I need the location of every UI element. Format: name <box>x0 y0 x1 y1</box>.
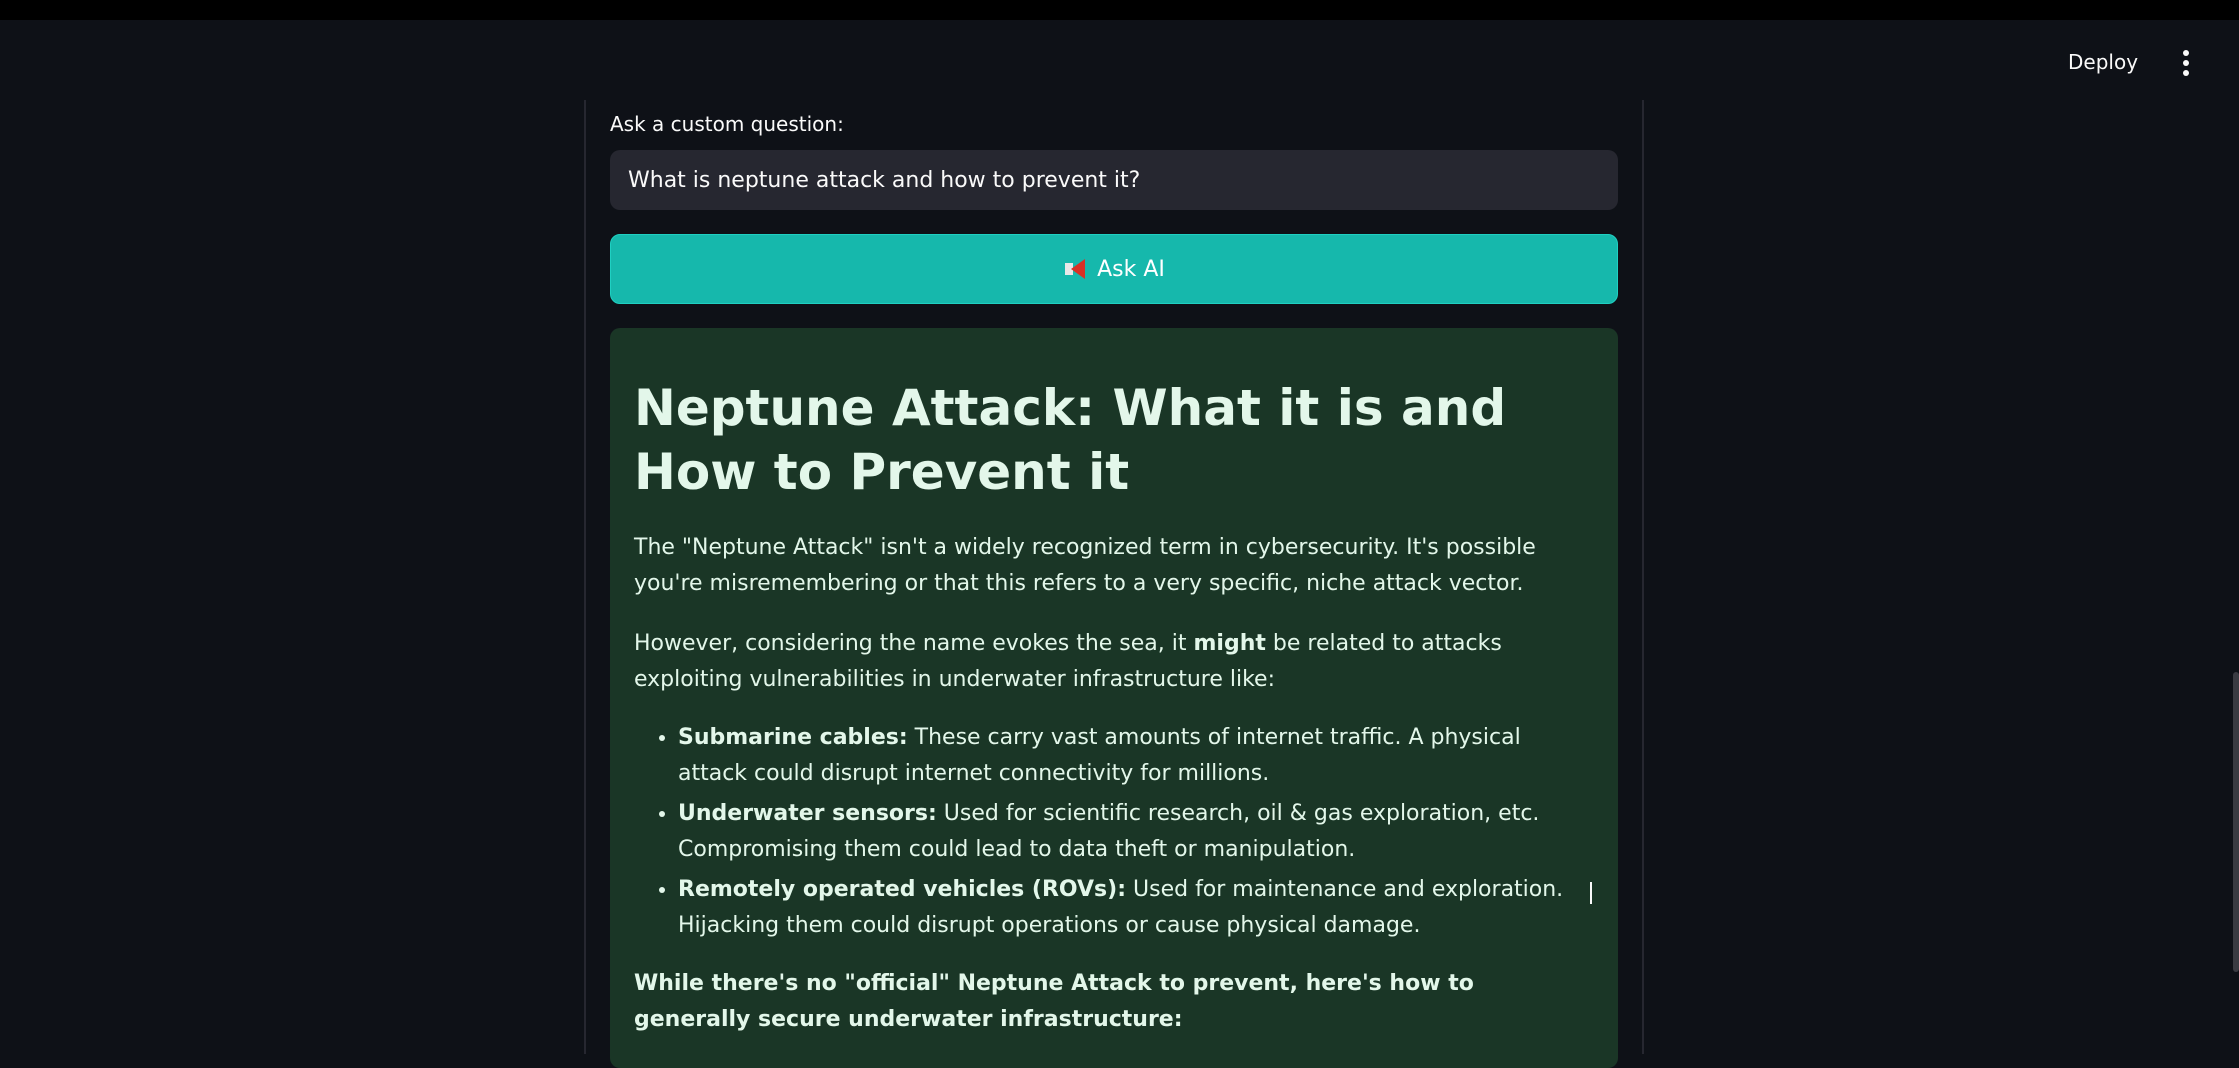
response-title: Neptune Attack: What it is and How to Pr… <box>634 379 1507 501</box>
ask-ai-button-label: Ask AI <box>1097 256 1165 282</box>
response-closing-statement: While there's no "official" Neptune Atta… <box>634 971 1474 1032</box>
custom-question-label: Ask a custom question: <box>610 112 844 136</box>
paragraph-2-emphasis: might <box>1193 631 1266 656</box>
infrastructure-list: Submarine cables: These carry vast amoun… <box>634 720 1594 944</box>
deploy-button[interactable]: Deploy <box>2068 50 2138 74</box>
list-item-term: Submarine cables: <box>678 725 908 750</box>
kebab-menu-icon[interactable] <box>2176 50 2196 78</box>
text-cursor-icon <box>1590 882 1600 904</box>
response-paragraph-1: The "Neptune Attack" isn't a widely reco… <box>634 535 1536 596</box>
ai-response-panel: Neptune Attack: What it is and How to Pr… <box>610 328 1618 1068</box>
list-item: Submarine cables: These carry vast amoun… <box>678 720 1594 792</box>
response-paragraph-2: However, considering the name evokes the… <box>634 626 1594 698</box>
list-item: Remotely operated vehicles (ROVs): Used … <box>678 872 1594 944</box>
paragraph-2-text-before: However, considering the name evokes the… <box>634 631 1194 656</box>
list-item-term: Underwater sensors: <box>678 801 937 826</box>
main-column-right-border <box>1642 100 1644 1054</box>
question-input[interactable] <box>610 150 1618 210</box>
ask-ai-button[interactable]: Ask AI <box>610 234 1618 304</box>
megaphone-icon <box>1063 259 1087 279</box>
page-scrollbar[interactable] <box>2233 672 2239 972</box>
app-header: Deploy <box>0 20 2239 100</box>
list-item-term: Remotely operated vehicles (ROVs): <box>678 877 1127 902</box>
main-column-left-border <box>584 100 586 1054</box>
top-bar <box>0 0 2239 20</box>
list-item: Underwater sensors: Used for scientific … <box>678 796 1594 868</box>
